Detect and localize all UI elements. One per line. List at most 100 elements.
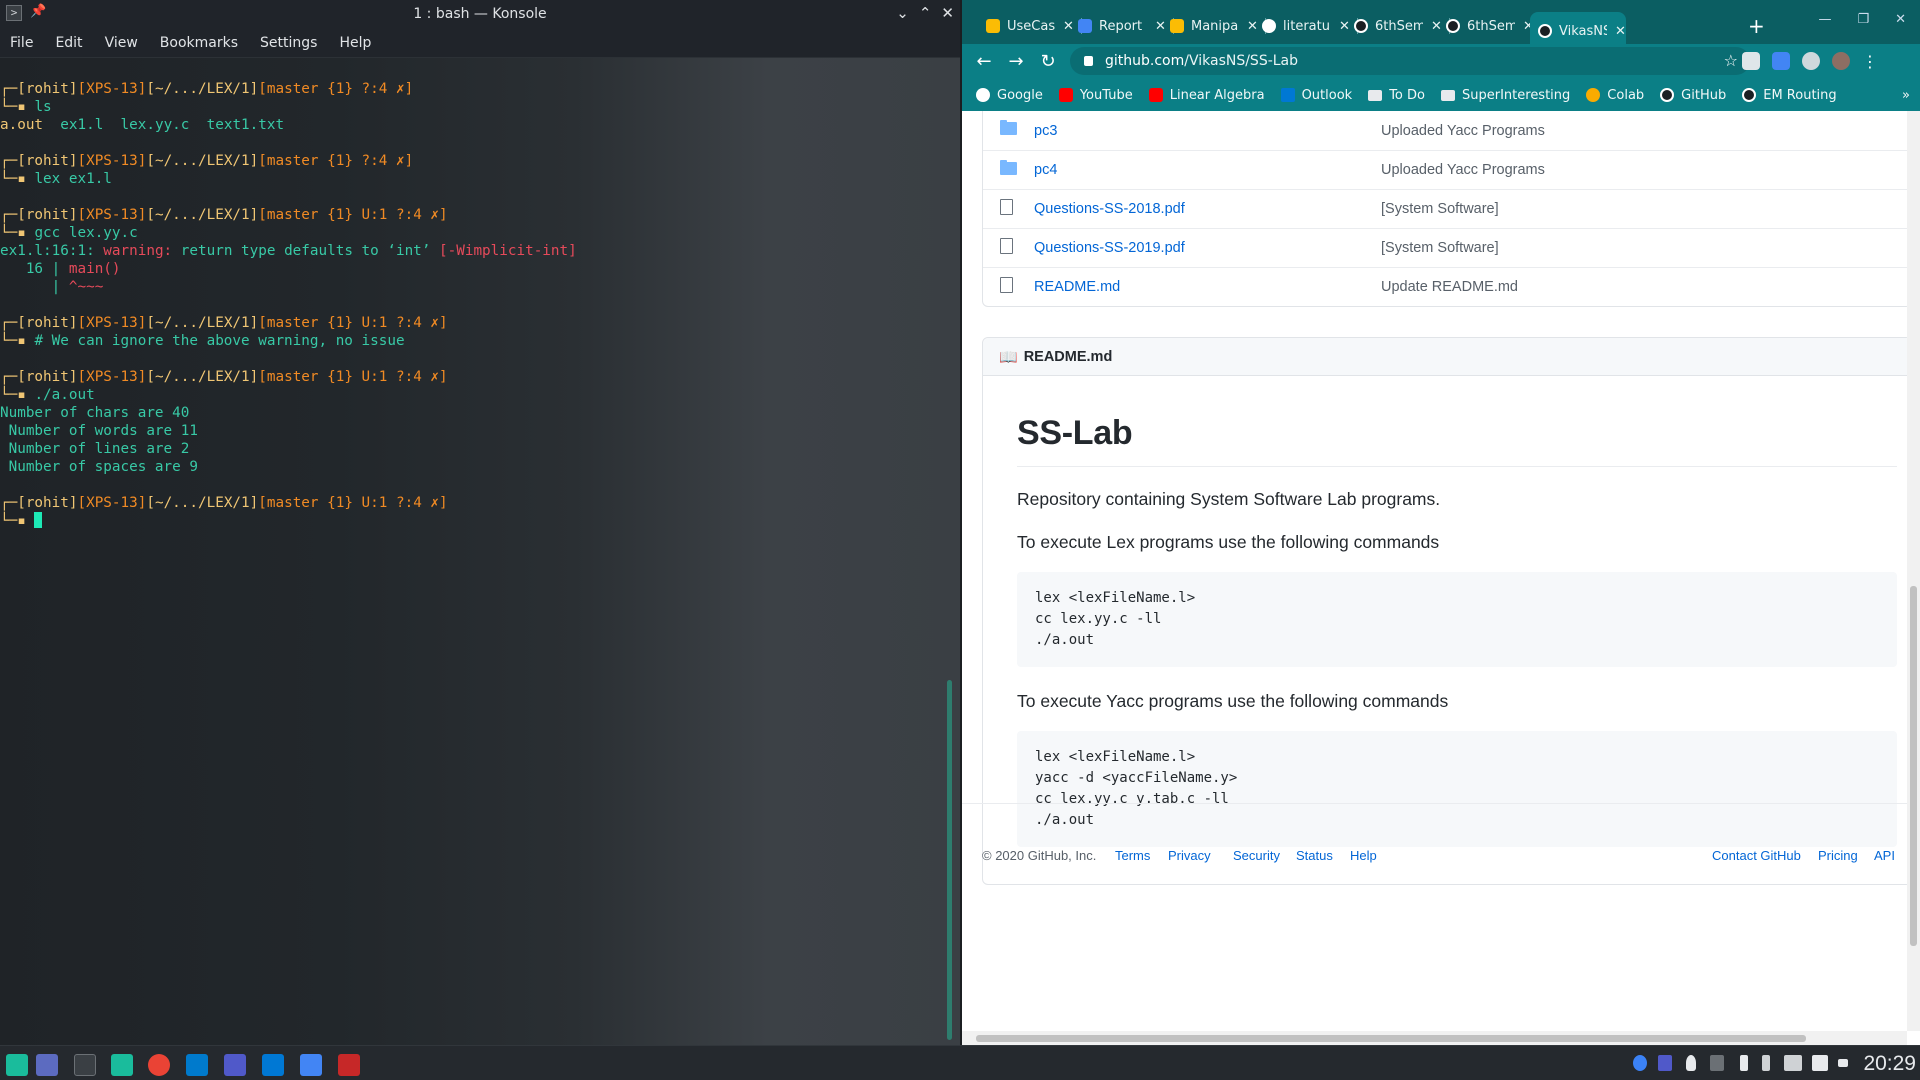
bookmark-em-routing[interactable]: EM Routing	[1742, 88, 1837, 103]
bookmark-outlook[interactable]: Outlook	[1280, 88, 1352, 103]
display-icon[interactable]	[1784, 1055, 1802, 1071]
bookmark-google[interactable]: Google	[976, 88, 1043, 103]
minimize-button[interactable]: ⌄	[896, 4, 909, 22]
wifi-icon[interactable]	[1812, 1055, 1828, 1071]
menu-file[interactable]: File	[10, 30, 45, 57]
reload-icon[interactable]: ↻	[1032, 51, 1064, 72]
bookmarks-overflow-icon[interactable]: »	[1902, 88, 1910, 103]
command-line-current[interactable]: └─▪	[0, 512, 43, 530]
close-tab-icon[interactable]: ✕	[1431, 19, 1442, 34]
footer-link-contact[interactable]: Contact GitHub	[1712, 848, 1801, 863]
commit-message[interactable]: Uploaded Yacc Programs	[1381, 162, 1545, 178]
footer-link-status[interactable]: Status	[1296, 848, 1333, 863]
maximize-button[interactable]: ⌃	[919, 4, 932, 22]
footer-link-pricing[interactable]: Pricing	[1818, 848, 1858, 863]
browser-tab[interactable]: UseCase ✕	[986, 12, 1082, 40]
forward-icon[interactable]: →	[1000, 51, 1032, 72]
tab-strip: UseCase ✕ Report ✕ Manipal ✕ literature …	[962, 0, 1920, 50]
commit-message[interactable]: [System Software]	[1381, 240, 1499, 256]
google-icon	[976, 88, 990, 102]
url-path: /VikasNS/SS-Lab	[1184, 53, 1299, 69]
bookmark-youtube[interactable]: YouTube	[1058, 88, 1133, 103]
bookmark-linear-algebra[interactable]: Linear Algebra	[1148, 88, 1265, 103]
browser-tab[interactable]: literature ✕	[1262, 12, 1358, 40]
terminal-output[interactable]: ┌─[rohit][XPS-13][~/.../LEX/1][master {1…	[0, 60, 945, 564]
browser-tab[interactable]: Report ✕	[1078, 12, 1174, 40]
desktop-pager-icon[interactable]	[36, 1054, 58, 1076]
file-icon	[1000, 277, 1013, 293]
teams-icon[interactable]	[224, 1054, 246, 1076]
menu-bookmarks[interactable]: Bookmarks	[160, 30, 250, 57]
address-bar[interactable]: github.com/VikasNS/SS-Lab ☆	[1070, 47, 1750, 75]
close-button[interactable]: ✕	[941, 4, 954, 22]
menu-help[interactable]: Help	[339, 30, 383, 57]
new-tab-button[interactable]: +	[1748, 14, 1765, 38]
editor-icon[interactable]	[338, 1054, 360, 1076]
bookmark-todo[interactable]: To Do	[1368, 88, 1425, 103]
outlook-icon[interactable]	[262, 1054, 284, 1076]
page-horizontal-scrollbar[interactable]	[962, 1031, 1907, 1045]
footer-link-privacy[interactable]: Privacy	[1168, 848, 1211, 863]
docs-icon[interactable]	[300, 1054, 322, 1076]
volume-icon[interactable]	[1710, 1055, 1724, 1071]
readme-filename[interactable]: README.md	[1024, 349, 1113, 365]
file-name-link[interactable]: pc3	[1034, 123, 1381, 139]
chrome-window: UseCase ✕ Report ✕ Manipal ✕ literature …	[962, 0, 1920, 1045]
menu-kebab-icon[interactable]: ⋮	[1862, 52, 1878, 71]
konsole-icon[interactable]	[74, 1054, 96, 1076]
bookmark-superinteresting[interactable]: SuperInteresting	[1441, 88, 1570, 103]
close-button[interactable]: ✕	[1895, 12, 1906, 27]
commit-message[interactable]: Uploaded Yacc Programs	[1381, 123, 1545, 139]
chrome-icon[interactable]	[148, 1054, 170, 1076]
files-icon[interactable]	[111, 1054, 133, 1076]
application-launcher-icon[interactable]	[6, 1054, 28, 1076]
commit-message[interactable]: Update README.md	[1381, 279, 1518, 295]
browser-tab[interactable]: 6thSem ✕	[1354, 12, 1450, 40]
bookmark-star-icon[interactable]: ☆	[1724, 51, 1738, 70]
calendar-extension-icon[interactable]	[1772, 52, 1790, 70]
file-row: Questions-SS-2019.pdf [System Software]	[983, 228, 1907, 267]
clock[interactable]: 20:29	[1863, 1052, 1916, 1076]
bookmark-github[interactable]: GitHub	[1660, 88, 1726, 103]
vscode-icon[interactable]	[186, 1054, 208, 1076]
lightbulb-icon[interactable]	[1686, 1055, 1696, 1071]
close-tab-icon[interactable]: ✕	[1247, 19, 1258, 34]
bookmark-colab[interactable]: Colab	[1586, 88, 1644, 103]
notification-icon[interactable]	[1633, 1055, 1647, 1071]
teams-tray-icon[interactable]	[1658, 1055, 1672, 1071]
menu-settings[interactable]: Settings	[260, 30, 329, 57]
footer-link-terms[interactable]: Terms	[1115, 848, 1150, 863]
prompt-line: ┌─[rohit][XPS-13][~/.../LEX/1][master {1…	[0, 495, 448, 511]
minimize-button[interactable]: —	[1818, 12, 1831, 27]
menu-edit[interactable]: Edit	[55, 30, 94, 57]
browser-tab[interactable]: Manipal ✕	[1170, 12, 1266, 40]
commit-message[interactable]: [System Software]	[1381, 201, 1499, 217]
tab-title: VikasNS	[1559, 23, 1607, 39]
file-name-link[interactable]: Questions-SS-2018.pdf	[1034, 201, 1381, 217]
page-vertical-scrollbar[interactable]	[1907, 111, 1920, 1031]
browser-tab[interactable]: 6thSem ✕	[1446, 12, 1534, 40]
file-name-link[interactable]: Questions-SS-2019.pdf	[1034, 240, 1381, 256]
footer-link-help[interactable]: Help	[1350, 848, 1377, 863]
globe-extension-icon[interactable]	[1802, 52, 1820, 70]
extension-icon[interactable]	[1742, 52, 1760, 70]
profile-avatar[interactable]	[1832, 52, 1850, 70]
bluetooth-icon[interactable]	[1762, 1055, 1770, 1071]
file-name-link[interactable]: pc4	[1034, 162, 1381, 178]
menu-view[interactable]: View	[105, 30, 150, 57]
close-tab-icon[interactable]: ✕	[1155, 19, 1166, 34]
footer-link-security[interactable]: Security	[1233, 848, 1280, 863]
tray-expand-icon[interactable]	[1838, 1059, 1848, 1067]
back-icon[interactable]: ←	[968, 51, 1000, 72]
file-row: Questions-SS-2018.pdf [System Software]	[983, 189, 1907, 228]
close-tab-icon[interactable]: ✕	[1339, 19, 1350, 34]
gcc-warning: ex1.l:16:1: warning: return type default…	[0, 243, 577, 259]
close-tab-icon[interactable]: ✕	[1615, 24, 1626, 39]
close-tab-icon[interactable]: ✕	[1063, 19, 1074, 34]
battery-icon[interactable]	[1740, 1055, 1748, 1071]
konsole-scrollbar[interactable]	[947, 680, 952, 1040]
footer-link-api[interactable]: API	[1874, 848, 1895, 863]
konsole-titlebar[interactable]: > 📌 1 : bash — Konsole ⌄ ⌃ ✕	[0, 0, 960, 30]
file-name-link[interactable]: README.md	[1034, 279, 1381, 295]
maximize-button[interactable]: ❐	[1857, 12, 1869, 27]
